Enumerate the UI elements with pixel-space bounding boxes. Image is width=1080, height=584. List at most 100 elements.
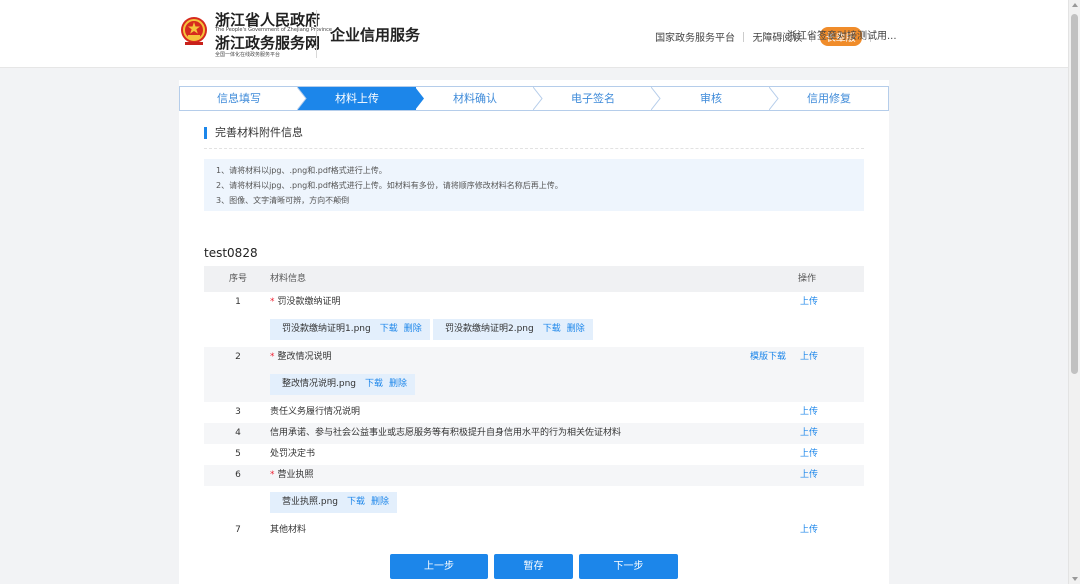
download-link[interactable]: 下载 — [365, 379, 383, 389]
national-platform-link[interactable]: 国家政务服务平台 — [655, 29, 735, 44]
step-arrow-icon — [769, 87, 779, 110]
row-name-text: 罚没款缴纳证明 — [277, 297, 341, 307]
upload-link[interactable]: 上传 — [800, 423, 818, 444]
upload-link[interactable]: 上传 — [800, 352, 818, 362]
required-mark: * — [270, 352, 275, 362]
row-name: 责任义务履行情况说明 — [270, 407, 361, 417]
col-info: 材料信息 — [270, 274, 307, 284]
header-divider — [316, 10, 317, 58]
materials-table: 序号 材料信息 操作 1 * 罚没款缴纳证明 上传 罚没款缴纳证明1.png 下载删… — [204, 266, 864, 541]
prev-step-button[interactable]: 上一步 — [390, 554, 488, 579]
save-draft-button[interactable]: 暂存 — [494, 554, 573, 579]
download-link[interactable]: 下载 — [543, 324, 561, 334]
divider — [204, 148, 864, 149]
scroll-down-icon[interactable] — [1072, 577, 1078, 581]
download-link[interactable]: 下载 — [347, 497, 365, 507]
step-label: 电子签名 — [571, 92, 615, 105]
step-e-signature: 电子签名 — [534, 87, 661, 110]
required-mark: * — [270, 297, 275, 307]
upload-link[interactable]: 上传 — [800, 520, 818, 541]
row-seq: 4 — [235, 428, 241, 438]
link-separator — [743, 32, 745, 42]
row-seq: 3 — [235, 407, 241, 417]
step-arrow-icon — [533, 87, 543, 110]
app-title: 企业信用服务 — [330, 26, 421, 44]
user-account-link[interactable]: 浙江省签章对接测试用... — [787, 27, 897, 42]
step-material-upload: 材料上传 — [298, 87, 424, 110]
step-info-fill: 信息填写 — [180, 87, 307, 110]
upload-link[interactable]: 上传 — [800, 465, 818, 486]
scroll-up-icon[interactable] — [1072, 3, 1078, 7]
delete-link[interactable]: 删除 — [389, 379, 407, 389]
table-row: 4 信用承诺、参与社会公益事业或志愿服务等有积极提升自身信用水平的行为相关佐证材… — [204, 423, 864, 444]
file-chip: 罚没款缴纳证明1.png 下载 删除 — [270, 319, 430, 340]
row-seq: 2 — [235, 352, 241, 362]
table-row: 5 处罚决定书 上传 — [204, 444, 864, 465]
table-row: 7 其他材料 上传 — [204, 520, 864, 541]
file-list: 整改情况说明.png 下载 删除 — [204, 368, 864, 402]
file-name: 罚没款缴纳证明2.png — [445, 324, 534, 334]
upload-link[interactable]: 上传 — [800, 402, 818, 423]
section-title: 完善材料附件信息 — [204, 127, 303, 139]
delete-link[interactable]: 删除 — [371, 497, 389, 507]
upload-notes: 1、请将材料以jpg、.png和.pdf格式进行上传。 2、请将材料以jpg、.… — [204, 159, 864, 211]
next-step-button[interactable]: 下一步 — [579, 554, 678, 579]
row-name: * 罚没款缴纳证明 — [270, 292, 341, 313]
note-line: 1、请将材料以jpg、.png和.pdf格式进行上传。 — [216, 166, 387, 175]
table-row: 6 * 营业执照 上传 — [204, 465, 864, 486]
page-scrollbar[interactable] — [1068, 0, 1080, 584]
company-name: test0828 — [204, 246, 258, 260]
step-review: 审核 — [652, 87, 779, 110]
step-label: 材料确认 — [453, 92, 497, 105]
file-name: 营业执照.png — [282, 497, 338, 507]
national-emblem-icon — [181, 17, 207, 45]
note-line: 3、图像、文字清晰可辨，方向不颠倒 — [216, 196, 350, 205]
file-chip: 营业执照.png 下载 删除 — [270, 492, 398, 513]
row-name: 处罚决定书 — [270, 449, 316, 459]
file-name: 整改情况说明.png — [282, 379, 356, 389]
row-name: * 营业执照 — [270, 465, 314, 486]
row-name: 信用承诺、参与社会公益事业或志愿服务等有积极提升自身信用水平的行为相关佐证材料 — [270, 428, 622, 438]
row-name: * 整改情况说明 — [270, 347, 332, 368]
upload-link[interactable]: 上传 — [800, 444, 818, 465]
required-mark: * — [270, 470, 275, 480]
col-op: 操作 — [797, 274, 816, 284]
step-label: 信用修复 — [807, 92, 851, 105]
row-seq: 7 — [235, 525, 241, 535]
file-list: 营业执照.png 下载 删除 — [204, 486, 864, 520]
portal-slogan: 全国一体化在线政务服务平台 — [215, 52, 281, 58]
table-row: 3 责任义务履行情况说明 上传 — [204, 402, 864, 423]
row-seq: 5 — [235, 449, 241, 459]
template-download-link[interactable]: 模版下载 — [750, 352, 786, 362]
file-chip: 整改情况说明.png 下载 删除 — [270, 374, 416, 395]
step-label: 审核 — [700, 92, 722, 105]
col-seq: 序号 — [228, 274, 247, 284]
table-row: 2 * 整改情况说明 模版下载 上传 — [204, 347, 864, 368]
row-name: 其他材料 — [270, 525, 307, 535]
delete-link[interactable]: 删除 — [567, 324, 585, 334]
row-name-text: 营业执照 — [277, 470, 314, 480]
step-arrow-icon — [651, 87, 661, 110]
row-name-text: 整改情况说明 — [277, 352, 332, 362]
main-card: 信息填写 材料上传 材料确认 电子签名 审核 信用修复 完善材料附件信息 1、请… — [179, 80, 889, 584]
top-header: 浙江省人民政府 The People's Government of Zheji… — [0, 0, 1068, 68]
row-actions: 模版下载 上传 — [750, 347, 818, 368]
progress-steps: 信息填写 材料上传 材料确认 电子签名 审核 信用修复 — [179, 86, 889, 111]
step-credit-repair: 信用修复 — [770, 87, 888, 110]
portal-name[interactable]: 浙江政务服务网 — [215, 32, 320, 53]
file-list: 罚没款缴纳证明1.png 下载 删除 罚没款缴纳证明2.png 下载 删除 — [204, 313, 864, 347]
step-label: 材料上传 — [335, 92, 379, 105]
table-row: 1 * 罚没款缴纳证明 上传 — [204, 292, 864, 313]
step-arrow-icon — [415, 87, 424, 110]
upload-link[interactable]: 上传 — [800, 292, 818, 313]
delete-link[interactable]: 删除 — [404, 324, 422, 334]
step-label: 信息填写 — [217, 92, 261, 105]
table-header: 序号 材料信息 操作 — [204, 266, 864, 292]
scrollbar-thumb[interactable] — [1071, 14, 1078, 374]
step-material-confirm: 材料确认 — [416, 87, 543, 110]
file-chip: 罚没款缴纳证明2.png 下载 删除 — [433, 319, 593, 340]
note-line: 2、请将材料以jpg、.png和.pdf格式进行上传。如材料有多份，请将顺序修改… — [216, 181, 563, 190]
download-link[interactable]: 下载 — [380, 324, 398, 334]
step-arrow-icon — [297, 87, 307, 110]
file-name: 罚没款缴纳证明1.png — [282, 324, 371, 334]
